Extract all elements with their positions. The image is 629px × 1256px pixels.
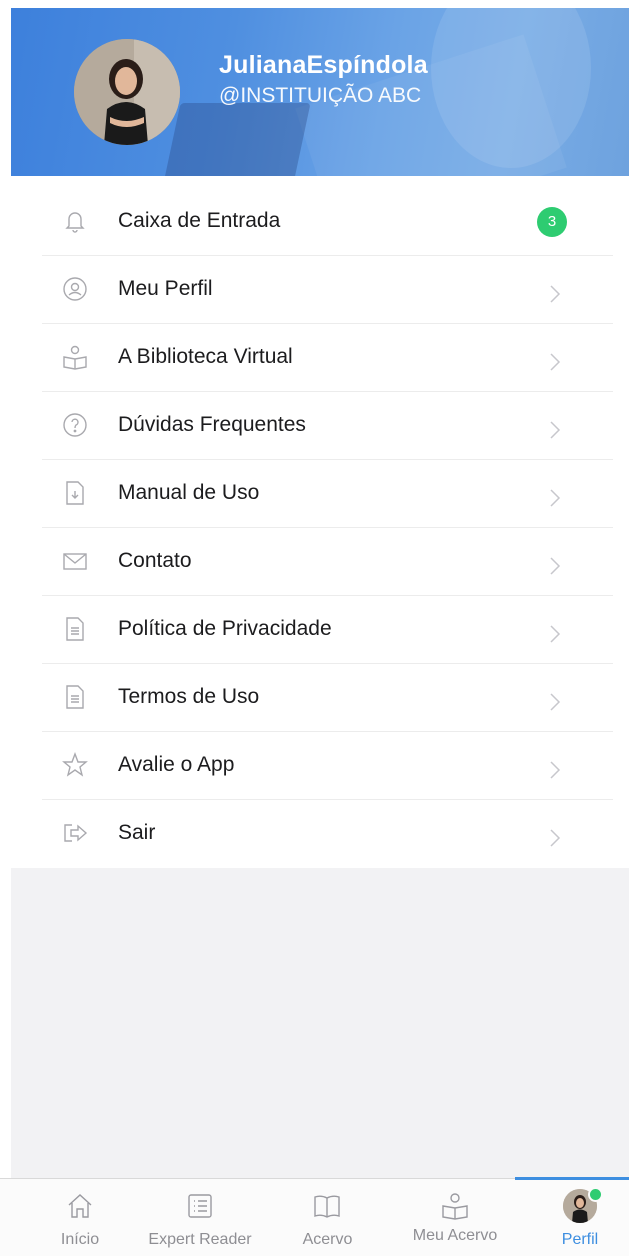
menu-item-label: Política de Privacidade <box>118 617 332 640</box>
tab-label: Perfil <box>561 1231 599 1248</box>
header-decoration <box>161 103 311 176</box>
menu-item-contact[interactable]: Contato <box>42 528 613 596</box>
bottom-tab-bar: Início Expert Reader Acervo Meu Acervo P… <box>0 1177 629 1256</box>
menu-item-label: Meu Perfil <box>118 277 213 300</box>
menu-item-label: Caixa de Entrada <box>118 209 281 232</box>
menu-item-manual[interactable]: Manual de Uso <box>42 460 613 528</box>
menu-item-library[interactable]: A Biblioteca Virtual <box>42 324 613 392</box>
menu-item-terms[interactable]: Termos de Uso <box>42 664 613 732</box>
tab-meu-acervo[interactable]: Meu Acervo <box>395 1179 515 1256</box>
menu-item-logout[interactable]: Sair <box>42 800 613 868</box>
tab-label: Início <box>60 1231 100 1248</box>
reader-book-icon <box>62 344 88 370</box>
chevron-right-icon <box>549 692 561 712</box>
chevron-right-icon <box>549 624 561 644</box>
menu-item-inbox[interactable]: Caixa de Entrada 3 <box>42 188 613 256</box>
document-icon <box>62 684 88 710</box>
tab-label: Expert Reader <box>148 1231 252 1248</box>
menu-item-label: Contato <box>118 549 192 572</box>
chevron-right-icon <box>549 828 561 848</box>
list-icon <box>185 1191 215 1221</box>
menu-item-privacy-policy[interactable]: Política de Privacidade <box>42 596 613 664</box>
chevron-right-icon <box>549 352 561 372</box>
menu-item-label: Manual de Uso <box>118 481 260 504</box>
chevron-right-icon <box>549 284 561 304</box>
profile-menu: Caixa de Entrada 3 Meu Perfil A Bibliote… <box>0 188 629 868</box>
menu-item-label: Sair <box>118 821 156 844</box>
tab-acervo[interactable]: Acervo <box>280 1179 375 1256</box>
tab-label: Meu Acervo <box>412 1227 498 1244</box>
reader-book-icon <box>440 1191 470 1221</box>
tab-label: Acervo <box>302 1231 353 1248</box>
tab-expert-reader[interactable]: Expert Reader <box>135 1179 265 1256</box>
tab-inicio[interactable]: Início <box>30 1179 130 1256</box>
bell-icon <box>62 208 88 234</box>
profile-name: JulianaEspíndola <box>219 51 428 79</box>
document-icon <box>62 616 88 642</box>
menu-item-label: Termos de Uso <box>118 685 260 708</box>
profile-avatar[interactable] <box>74 39 180 145</box>
menu-item-rate-app[interactable]: Avalie o App <box>42 732 613 800</box>
menu-item-label: Avalie o App <box>118 753 235 776</box>
empty-background <box>11 868 629 1178</box>
tab-perfil[interactable]: Perfil <box>540 1179 620 1256</box>
star-icon <box>62 752 88 778</box>
question-circle-icon <box>62 412 88 438</box>
logout-icon <box>62 820 88 846</box>
profile-photo <box>74 39 180 145</box>
unread-count-badge: 3 <box>537 207 567 237</box>
chevron-right-icon <box>549 420 561 440</box>
chevron-right-icon <box>549 760 561 780</box>
menu-item-label: Dúvidas Frequentes <box>118 413 306 436</box>
menu-item-label: A Biblioteca Virtual <box>118 345 293 368</box>
chevron-right-icon <box>549 556 561 576</box>
envelope-icon <box>62 548 88 574</box>
profile-header: JulianaEspíndola @INSTITUIÇÃO ABC <box>11 8 629 176</box>
online-status-indicator <box>588 1187 603 1202</box>
home-icon <box>65 1191 95 1221</box>
menu-item-faq[interactable]: Dúvidas Frequentes <box>42 392 613 460</box>
chevron-right-icon <box>549 488 561 508</box>
profile-handle: @INSTITUIÇÃO ABC <box>219 84 422 107</box>
document-download-icon <box>62 480 88 506</box>
user-circle-icon <box>62 276 88 302</box>
open-book-icon <box>312 1191 342 1221</box>
menu-item-profile[interactable]: Meu Perfil <box>42 256 613 324</box>
